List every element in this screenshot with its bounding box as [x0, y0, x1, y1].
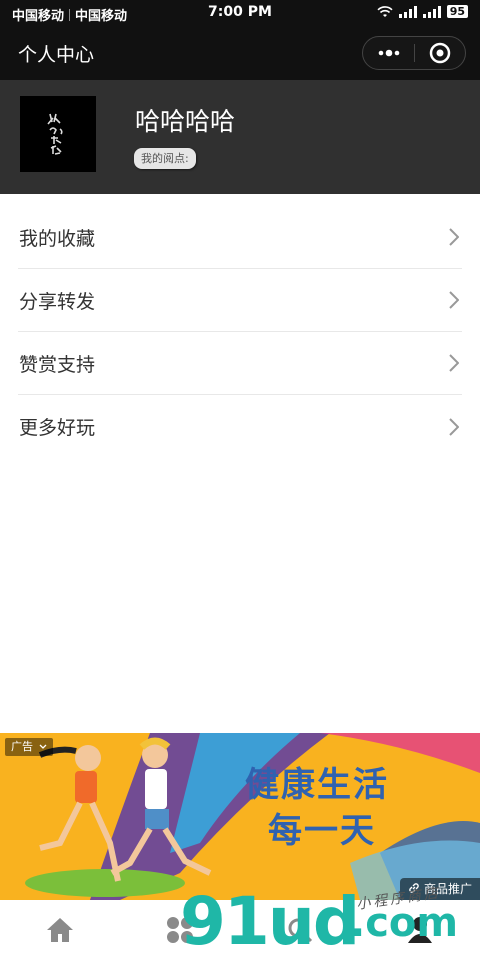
menu-item-share[interactable]: 分享转发	[18, 269, 462, 332]
nav-bar: 个人中心	[0, 26, 480, 80]
menu-item-label: 更多好玩	[19, 417, 96, 439]
points-badge[interactable]: 我的阅点:	[134, 148, 196, 169]
close-button[interactable]	[415, 37, 465, 69]
ad-label[interactable]: 广告	[5, 738, 53, 756]
avatar-calligraphy-image	[47, 113, 63, 155]
tab-home[interactable]	[40, 910, 80, 950]
menu-item-label: 我的收藏	[19, 227, 96, 250]
chevron-down-icon	[39, 744, 46, 749]
status-icons: 95	[377, 5, 468, 18]
menu-item-support[interactable]: 赞赏支持	[18, 332, 462, 395]
menu-item-more-fun[interactable]: 更多好玩	[18, 395, 462, 458]
mini-program-capsule	[362, 36, 466, 70]
wifi-icon	[377, 5, 393, 17]
ad-subheadline: 每一天	[268, 811, 376, 851]
avatar[interactable]	[20, 96, 96, 172]
site-watermark: 91ud .com 小程序商店	[180, 883, 480, 960]
ad-label-text: 广告	[11, 740, 33, 753]
signal-icon	[398, 5, 417, 18]
battery-level: 95	[446, 5, 468, 18]
signal-icon-2	[422, 5, 441, 18]
status-bar: 中国移动 中国移动 7:00 PM 95	[0, 0, 480, 26]
user-name: 哈哈哈哈	[135, 107, 236, 136]
ad-headline: 健康生活	[245, 765, 389, 805]
menu-item-favorites[interactable]: 我的收藏	[18, 206, 462, 269]
more-button[interactable]	[363, 37, 414, 69]
menu-item-label: 赞赏支持	[19, 353, 96, 376]
chevron-right-icon	[449, 291, 459, 309]
close-circle-icon	[429, 42, 451, 64]
menu-item-label: 分享转发	[19, 290, 96, 313]
home-icon	[47, 918, 73, 942]
chevron-right-icon	[449, 417, 459, 436]
page-title: 个人中心	[18, 44, 95, 66]
ad-illustration	[25, 733, 480, 900]
profile-header: 哈哈哈哈 我的阅点:	[0, 80, 480, 194]
watermark-brand: 91ud	[180, 883, 360, 960]
chevron-right-icon	[449, 228, 459, 246]
menu-list: 我的收藏 分享转发 赞赏支持 更多好玩	[18, 206, 462, 458]
more-dots-icon	[378, 49, 399, 57]
chevron-right-icon	[449, 354, 459, 372]
ad-banner[interactable]: 广告 健康生活 每一天 商品推广	[0, 733, 480, 900]
